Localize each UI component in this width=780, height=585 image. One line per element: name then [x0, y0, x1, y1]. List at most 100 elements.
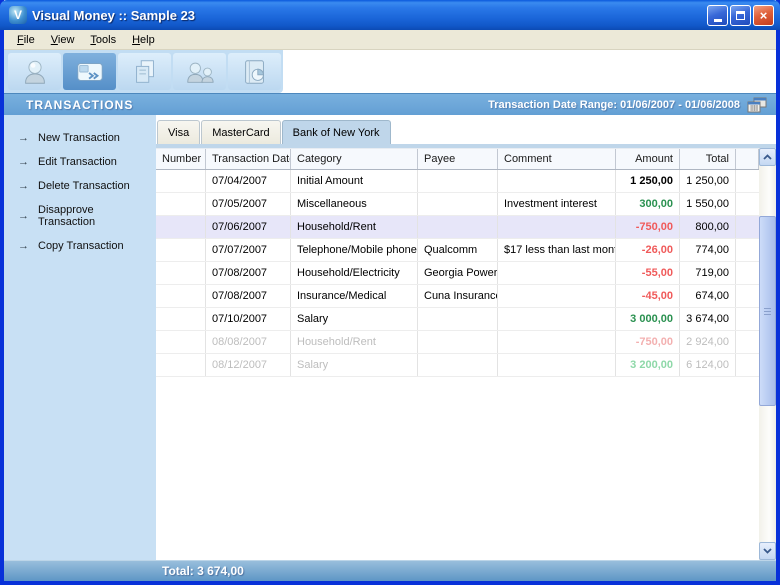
cell-category: Initial Amount: [291, 170, 418, 192]
cell-payee: [418, 216, 498, 238]
cell-amount: -45,00: [616, 285, 680, 307]
column-header-comment[interactable]: Comment: [498, 149, 616, 169]
cell-number: [156, 193, 206, 215]
minimize-button[interactable]: [707, 5, 728, 26]
column-header-total[interactable]: Total: [680, 149, 736, 169]
table-row[interactable]: 07/04/2007Initial Amount1 250,001 250,00: [156, 170, 759, 193]
cell-date: 08/12/2007: [206, 354, 291, 376]
sidebar-item-label: Delete Transaction: [38, 180, 130, 192]
cell-payee: Cuna Insurance: [418, 285, 498, 307]
cell-category: Salary: [291, 354, 418, 376]
sidebar-item-new-transaction[interactable]: →New Transaction: [4, 126, 156, 150]
main-panel: VisaMasterCardBank of New York NumberTra…: [156, 115, 776, 560]
column-header-payee[interactable]: Payee: [418, 149, 498, 169]
cell-number: [156, 285, 206, 307]
cell-amount: -750,00: [616, 331, 680, 353]
window-title: Visual Money :: Sample 23: [32, 8, 707, 23]
close-button[interactable]: ×: [753, 5, 774, 26]
cell-date: 08/08/2007: [206, 331, 291, 353]
cell-payee: [418, 308, 498, 330]
cell-category: Household/Rent: [291, 216, 418, 238]
copy-transactions-button[interactable]: [118, 53, 171, 90]
cell-spacer: [736, 331, 759, 353]
table-row[interactable]: 08/08/2007Household/Rent-750,002 924,00: [156, 331, 759, 354]
cell-amount: 1 250,00: [616, 170, 680, 192]
table-row[interactable]: 07/10/2007Salary3 000,003 674,00: [156, 308, 759, 331]
cell-date: 07/08/2007: [206, 262, 291, 284]
action-sidebar: →New Transaction→Edit Transaction→Delete…: [4, 115, 156, 560]
sidebar-item-disapprove-transaction[interactable]: →Disapprove Transaction: [4, 198, 156, 234]
menu-item-view[interactable]: View: [44, 32, 82, 48]
tab-bank-of-new-york[interactable]: Bank of New York: [282, 120, 391, 144]
account-person-icon: [20, 57, 50, 87]
column-header-amount[interactable]: Amount: [616, 149, 680, 169]
transactions-table: NumberTransaction DateCategoryPayeeComme…: [156, 148, 759, 560]
cell-date: 07/06/2007: [206, 216, 291, 238]
cell-spacer: [736, 216, 759, 238]
cell-category: Salary: [291, 308, 418, 330]
cell-number: [156, 331, 206, 353]
cell-amount: -55,00: [616, 262, 680, 284]
sidebar-item-copy-transaction[interactable]: →Copy Transaction: [4, 234, 156, 258]
vertical-scrollbar[interactable]: [759, 148, 776, 560]
cell-date: 07/04/2007: [206, 170, 291, 192]
cell-amount: 3 000,00: [616, 308, 680, 330]
sidebar-item-label: New Transaction: [38, 132, 120, 144]
date-range-label: Transaction Date Range: 01/06/2007 - 01/…: [488, 99, 740, 111]
table-row[interactable]: 07/06/2007Household/Rent-750,00800,00: [156, 216, 759, 239]
table-row[interactable]: 07/05/2007MiscellaneousInvestment intere…: [156, 193, 759, 216]
transactions-button[interactable]: [63, 53, 116, 90]
cell-spacer: [736, 308, 759, 330]
toolbar-strip: [4, 50, 283, 93]
cell-category: Miscellaneous: [291, 193, 418, 215]
table-row[interactable]: 07/08/2007Insurance/MedicalCuna Insuranc…: [156, 285, 759, 308]
cell-payee: [418, 170, 498, 192]
sidebar-item-delete-transaction[interactable]: →Delete Transaction: [4, 174, 156, 198]
cell-spacer: [736, 354, 759, 376]
calendar-icon: [747, 97, 767, 113]
cell-amount: -750,00: [616, 216, 680, 238]
cell-spacer: [736, 170, 759, 192]
scroll-up-button[interactable]: [759, 148, 776, 166]
sidebar-item-edit-transaction[interactable]: →Edit Transaction: [4, 150, 156, 174]
accounts-button[interactable]: [8, 53, 61, 90]
status-bar: Total: 3 674,00: [4, 560, 776, 581]
status-total: Total: 3 674,00: [162, 564, 244, 578]
cell-payee: [418, 354, 498, 376]
maximize-button[interactable]: [730, 5, 751, 26]
table-row[interactable]: 08/12/2007Salary3 200,006 124,00: [156, 354, 759, 377]
arrow-icon: →: [18, 240, 29, 252]
date-range-button[interactable]: [746, 96, 768, 113]
cell-total: 774,00: [680, 239, 736, 261]
column-header-date[interactable]: Transaction Date: [206, 149, 291, 169]
content-area: →New Transaction→Edit Transaction→Delete…: [4, 115, 776, 560]
menu-item-help[interactable]: Help: [125, 32, 162, 48]
menu-item-tools[interactable]: Tools: [83, 32, 123, 48]
column-header-number[interactable]: Number: [156, 149, 206, 169]
cell-comment: $17 less than last month: [498, 239, 616, 261]
tab-visa[interactable]: Visa: [157, 120, 200, 144]
cell-spacer: [736, 193, 759, 215]
cell-comment: [498, 170, 616, 192]
reports-button[interactable]: [228, 53, 281, 90]
copy-documents-icon: [130, 57, 160, 87]
menu-item-file[interactable]: File: [10, 32, 42, 48]
scrollbar-thumb[interactable]: [759, 216, 776, 406]
cell-total: 1 550,00: [680, 193, 736, 215]
transactions-table-wrap: NumberTransaction DateCategoryPayeeComme…: [156, 148, 776, 560]
scroll-down-button[interactable]: [759, 542, 776, 560]
table-row[interactable]: 07/08/2007Household/ElectricityGeorgia P…: [156, 262, 759, 285]
cell-total: 719,00: [680, 262, 736, 284]
column-header-category[interactable]: Category: [291, 149, 418, 169]
payees-button[interactable]: [173, 53, 226, 90]
cell-payee: Georgia Power: [418, 262, 498, 284]
tab-mastercard[interactable]: MasterCard: [201, 120, 280, 144]
app-logo-icon: V: [9, 6, 27, 24]
cell-category: Telephone/Mobile phone: [291, 239, 418, 261]
cell-category: Household/Electricity: [291, 262, 418, 284]
cell-comment: [498, 308, 616, 330]
cell-date: 07/10/2007: [206, 308, 291, 330]
chevron-up-icon: [763, 154, 772, 160]
arrow-icon: →: [18, 210, 29, 222]
table-row[interactable]: 07/07/2007Telephone/Mobile phoneQualcomm…: [156, 239, 759, 262]
